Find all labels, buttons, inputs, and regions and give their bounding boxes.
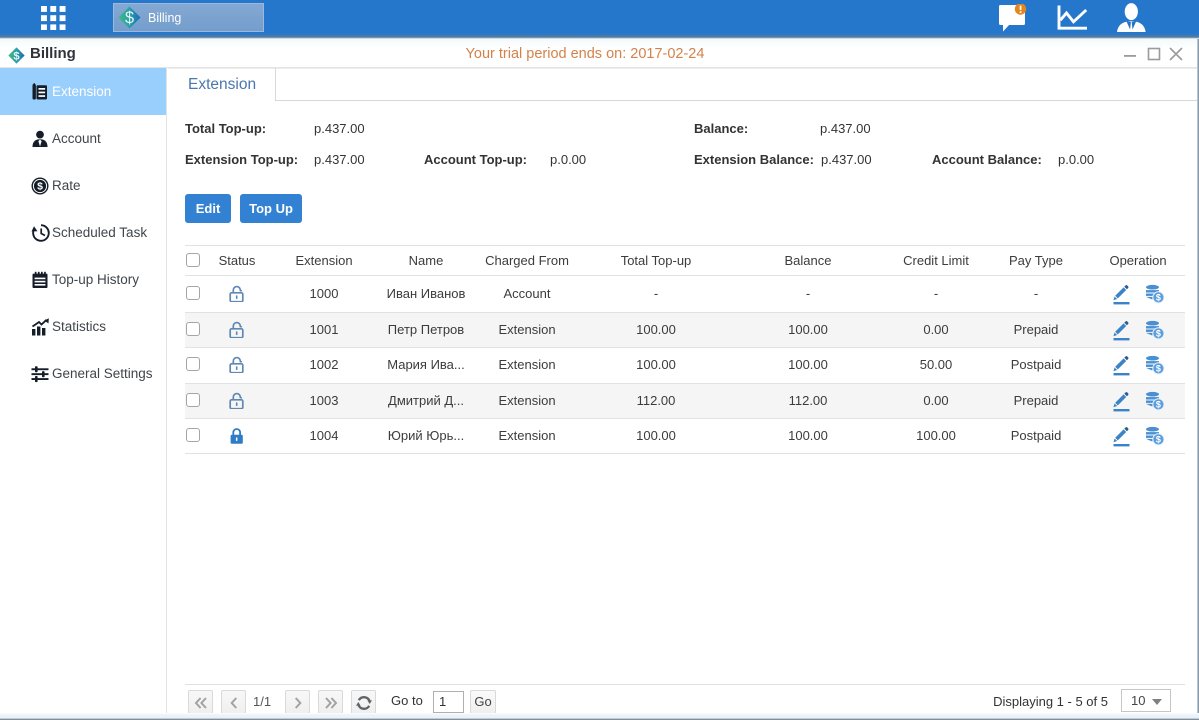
svg-text:$: $	[125, 9, 134, 27]
svg-text:$: $	[37, 180, 43, 192]
